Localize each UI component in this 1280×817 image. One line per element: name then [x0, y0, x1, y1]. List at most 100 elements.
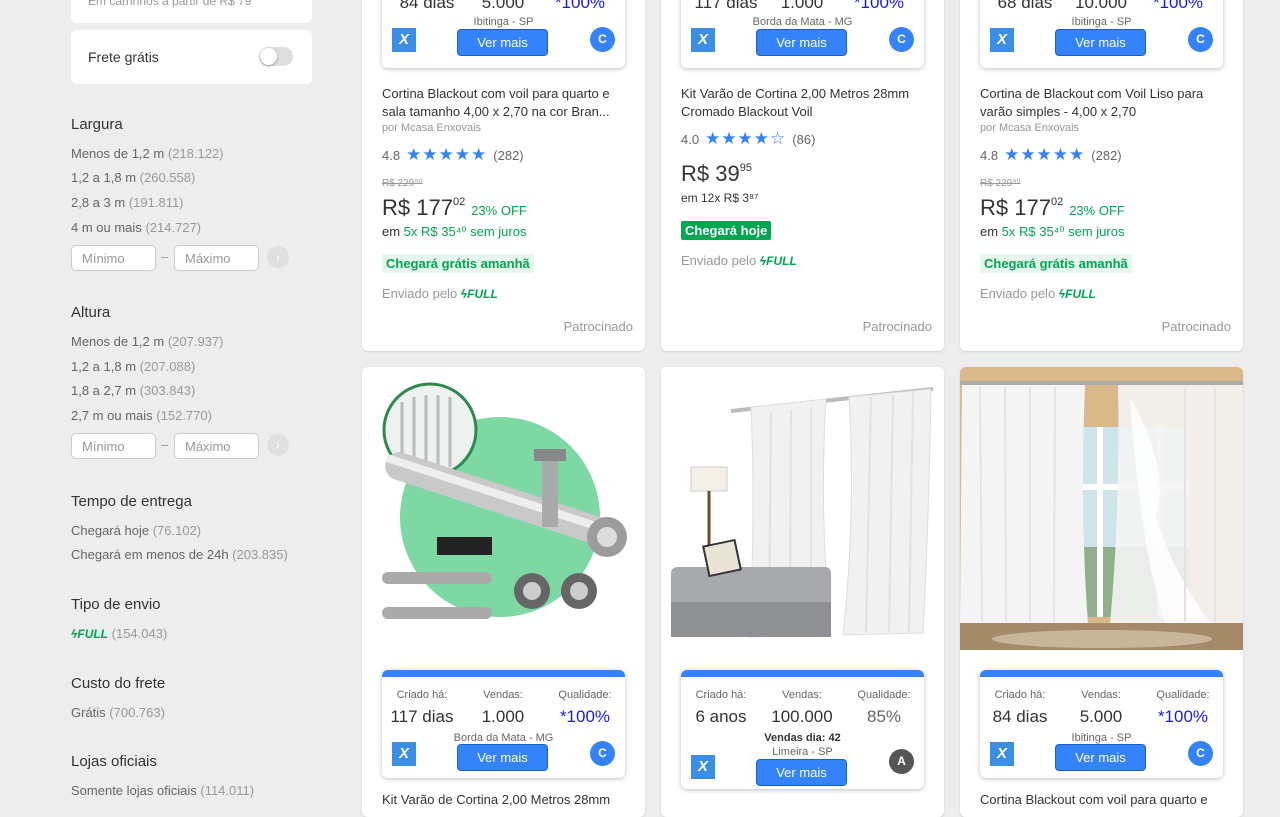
width-option[interactable]: 2,8 a 3 m (191.811) — [71, 195, 184, 210]
analytics-widget: Criado há: Vendas: Qualidade: 6 anos 100… — [681, 670, 924, 789]
height-option[interactable]: Menos de 1,2 m (207.937) — [71, 334, 224, 349]
current-price: R$ 1770223% OFF — [980, 195, 1125, 220]
ver-mais-button[interactable]: Ver mais — [457, 29, 548, 56]
full-shipping-option[interactable]: ϟFULL (154.043) — [71, 626, 167, 641]
product-title[interactable]: Cortina Blackout com voil para quarto e … — [382, 85, 632, 121]
created-value: 6 anos — [695, 707, 747, 726]
seller-location: Ibitinga - SP — [1071, 732, 1132, 744]
installments: em 5x R$ 35⁴⁰ sem juros — [382, 224, 527, 239]
height-max-input[interactable]: Máximo — [174, 433, 259, 459]
delivery-tag: Chegará hoje — [681, 221, 772, 240]
product-title[interactable]: Kit Varão de Cortina 2,00 Metros 28mm — [382, 791, 632, 809]
seller-location: Ibitinga - SP — [473, 16, 534, 28]
sales-value: 1.000 — [481, 707, 525, 726]
product-card[interactable]: Criado há: Vendas: Qualidade: 84 dias 5.… — [960, 367, 1243, 817]
product-card[interactable]: 117 dias 1.000 *100% Borda da Mata - MG … — [661, 0, 944, 351]
seller-name: por Mcasa Enxovais — [980, 122, 1080, 134]
product-title[interactable]: Cortina Blackout com voil para quarto e — [980, 791, 1230, 809]
delivery-tag: Chegará grátis amanhã — [382, 254, 534, 273]
height-range: Mínimo – Máximo › — [71, 433, 291, 459]
free-shipping-filter[interactable]: Frete grátis — [71, 30, 312, 84]
extension-logo-icon: X — [392, 742, 416, 766]
height-apply-button[interactable]: › — [267, 434, 289, 456]
quality-value: *100% — [1157, 707, 1209, 726]
product-card[interactable]: 84 dias 5.000 *100% Ibitinga - SP X Ver … — [362, 0, 645, 351]
sales-value: 100.000 — [771, 707, 833, 726]
quality-grade-badge: C — [1188, 27, 1213, 52]
shipping-promo-box[interactable]: Em carrinhos a partir de R$ 79 — [71, 0, 312, 23]
ver-mais-button[interactable]: Ver mais — [1055, 744, 1146, 771]
quality-label: Qualidade: — [1156, 689, 1210, 701]
height-option[interactable]: 1,2 a 1,8 m (207.088) — [71, 359, 195, 374]
width-option[interactable]: 1,2 a 1,8 m (260.558) — [71, 170, 195, 185]
delivery-option[interactable]: Chegará hoje (76.102) — [71, 523, 201, 538]
product-card[interactable]: Criado há: Vendas: Qualidade: 117 dias 1… — [362, 367, 645, 817]
quality-value: *100% — [1152, 0, 1204, 12]
quality-label: Qualidade: — [558, 689, 612, 701]
ver-mais-button[interactable]: Ver mais — [756, 759, 847, 786]
height-option[interactable]: 2,7 m ou mais (152.770) — [71, 408, 212, 423]
sent-by: Enviado pelo ϟFULL — [980, 286, 1096, 301]
installments: em 12x R$ 3⁸⁷ — [681, 191, 759, 205]
sent-by: Enviado pelo ϟFULL — [681, 253, 797, 268]
quality-label: Qualidade: — [857, 689, 911, 701]
official-stores-option[interactable]: Somente lojas oficiais (114.011) — [71, 783, 254, 798]
product-image[interactable] — [960, 367, 1243, 650]
width-apply-button[interactable]: › — [267, 246, 289, 268]
analytics-widget: Criado há: Vendas: Qualidade: 117 dias 1… — [382, 670, 625, 778]
product-rating: 4.8 ★★★★★ (282) — [382, 145, 524, 164]
sales-label: Vendas: — [483, 689, 523, 701]
product-card[interactable]: 68 dias 10.000 *100% Ibitinga - SP X Ver… — [960, 0, 1243, 351]
sponsored-label: Patrocinado — [1161, 319, 1231, 334]
analytics-widget: 117 dias 1.000 *100% Borda da Mata - MG … — [681, 0, 924, 68]
seller-location: Borda da Mata - MG — [453, 732, 554, 744]
quality-grade-badge: C — [590, 27, 615, 52]
width-option[interactable]: 4 m ou mais (214.727) — [71, 220, 201, 235]
product-title[interactable]: Kit Varão de Cortina 2,00 Metros 28mm Cr… — [681, 85, 931, 121]
created-value: 117 dias — [390, 707, 454, 726]
quality-value: *100% — [853, 0, 905, 12]
full-logo: ϟFULL — [71, 627, 109, 641]
width-range: Mínimo – Máximo › — [71, 245, 291, 271]
star-icons: ★★★★★ — [1004, 145, 1086, 164]
extension-logo-icon: X — [691, 755, 715, 779]
filters-sidebar: Em carrinhos a partir de R$ 79 Frete grá… — [0, 0, 340, 800]
quality-value: *100% — [559, 707, 611, 726]
quality-grade-badge: C — [590, 741, 615, 766]
old-price: R$ 229⁹⁰ — [382, 178, 423, 189]
delivery-option[interactable]: Chegará em menos de 24h (203.835) — [71, 547, 288, 562]
quality-grade-badge: C — [1188, 741, 1213, 766]
sponsored-label: Patrocinado — [862, 319, 932, 334]
product-image[interactable] — [661, 367, 944, 650]
star-icons: ★★★★☆ — [705, 129, 787, 148]
created-label: Criado há: — [994, 689, 1046, 701]
width-max-input[interactable]: Máximo — [174, 245, 259, 271]
extension-logo-icon: X — [392, 28, 416, 52]
product-title[interactable]: Cortina de Blackout com Voil Liso para v… — [980, 85, 1230, 121]
delivery-tag: Chegará grátis amanhã — [980, 254, 1132, 273]
ver-mais-button[interactable]: Ver mais — [457, 744, 548, 771]
width-option[interactable]: Menos de 1,2 m (218.122) — [71, 146, 224, 161]
shipping-cost-title: Custo do frete — [71, 675, 166, 692]
extension-logo-icon: X — [990, 742, 1014, 766]
seller-location: Limeira - SP — [772, 746, 833, 758]
product-image[interactable] — [362, 367, 645, 650]
height-option[interactable]: 1,8 a 2,7 m (303.843) — [71, 383, 195, 398]
seller-location: Ibitinga - SP — [1071, 16, 1132, 28]
quality-value: 85% — [866, 707, 902, 726]
product-rating: 4.8 ★★★★★ (282) — [980, 145, 1122, 164]
current-price: R$ 3995 — [681, 161, 752, 186]
free-shipping-toggle[interactable] — [259, 47, 293, 66]
extension-logo-icon: X — [691, 28, 715, 52]
ver-mais-button[interactable]: Ver mais — [1055, 29, 1146, 56]
sales-label: Vendas: — [1081, 689, 1121, 701]
free-cost-option[interactable]: Grátis (700.763) — [71, 705, 165, 720]
sales-label: Vendas: — [782, 689, 822, 701]
ver-mais-button[interactable]: Ver mais — [756, 29, 847, 56]
seller-location: Borda da Mata - MG — [752, 16, 853, 28]
quality-grade-badge: A — [889, 749, 914, 774]
product-card[interactable]: Criado há: Vendas: Qualidade: 6 anos 100… — [661, 367, 944, 817]
width-min-input[interactable]: Mínimo — [71, 245, 156, 271]
height-min-input[interactable]: Mínimo — [71, 433, 156, 459]
delivery-filter-title: Tempo de entrega — [71, 493, 192, 510]
